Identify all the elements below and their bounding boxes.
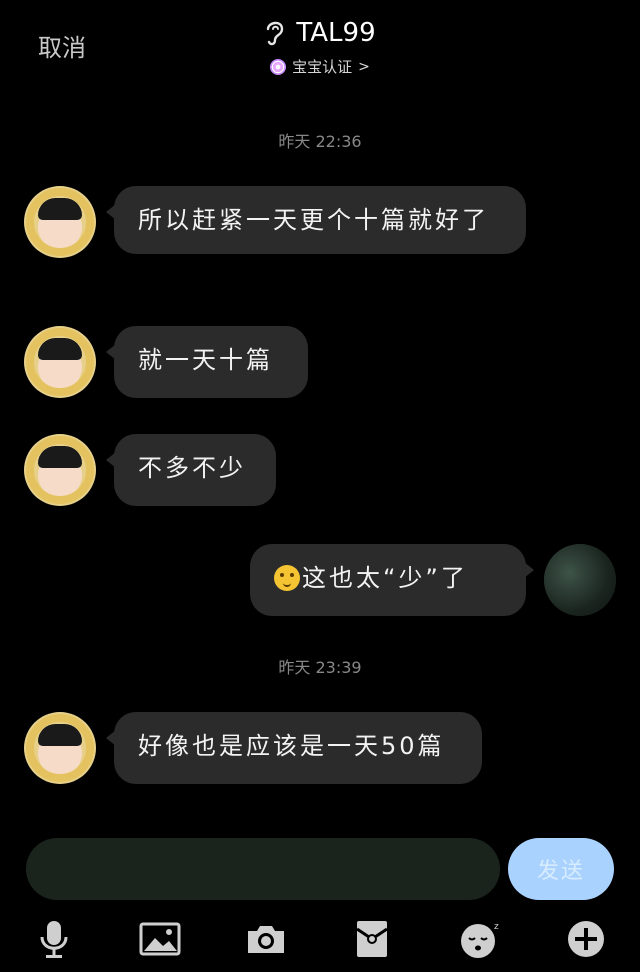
image-icon[interactable] (138, 917, 182, 961)
message-text: 所以赶紧一天更个十篇就好了 (138, 206, 489, 234)
timestamp: 昨天 23:39 (278, 658, 362, 677)
avatar[interactable] (24, 326, 96, 398)
title-row[interactable]: TAL99 (264, 18, 376, 48)
message-text: 不多不少 (138, 454, 246, 482)
avatar[interactable] (24, 434, 96, 506)
plus-icon[interactable] (564, 917, 608, 961)
timestamp: 昨天 22:36 (278, 132, 362, 151)
title-area: TAL99 宝宝认证 > (0, 18, 640, 79)
input-toolbar: z (0, 905, 640, 972)
chevron-right-icon: > (358, 58, 370, 75)
message-input[interactable] (26, 838, 500, 900)
my-avatar[interactable] (544, 544, 616, 616)
svg-text:z: z (494, 922, 499, 932)
message-text: 就一天十篇 (138, 346, 273, 374)
microphone-icon[interactable] (32, 917, 76, 961)
message-bubble[interactable]: 好像也是应该是一天50篇 (106, 712, 482, 784)
sticker-icon[interactable]: z (458, 917, 502, 961)
page-title: TAL99 (296, 18, 376, 48)
lollipop-icon (270, 58, 287, 75)
send-button[interactable]: 发送 (508, 838, 614, 900)
message-text: 好像也是应该是一天50篇 (138, 732, 445, 760)
message-bubble[interactable]: 不多不少 (106, 434, 276, 506)
message-bubble-self[interactable]: 这也太“少”了 (250, 544, 534, 616)
camera-icon[interactable] (244, 917, 288, 961)
avatar[interactable] (24, 186, 96, 258)
avatar[interactable] (24, 712, 96, 784)
red-packet-icon[interactable] (350, 917, 394, 961)
ear-icon (267, 21, 284, 46)
message-bubble[interactable]: 就一天十篇 (106, 326, 308, 398)
chat-header: 取消 TAL99 宝宝认证 > (0, 0, 640, 100)
certification-label: 宝宝认证 (292, 58, 353, 76)
message-text: 这也太“少”了 (302, 564, 468, 592)
message-bubble[interactable]: 所以赶紧一天更个十篇就好了 (106, 186, 526, 254)
certification-link[interactable]: 宝宝认证 > (270, 56, 370, 77)
smile-emoji-icon (274, 565, 300, 591)
